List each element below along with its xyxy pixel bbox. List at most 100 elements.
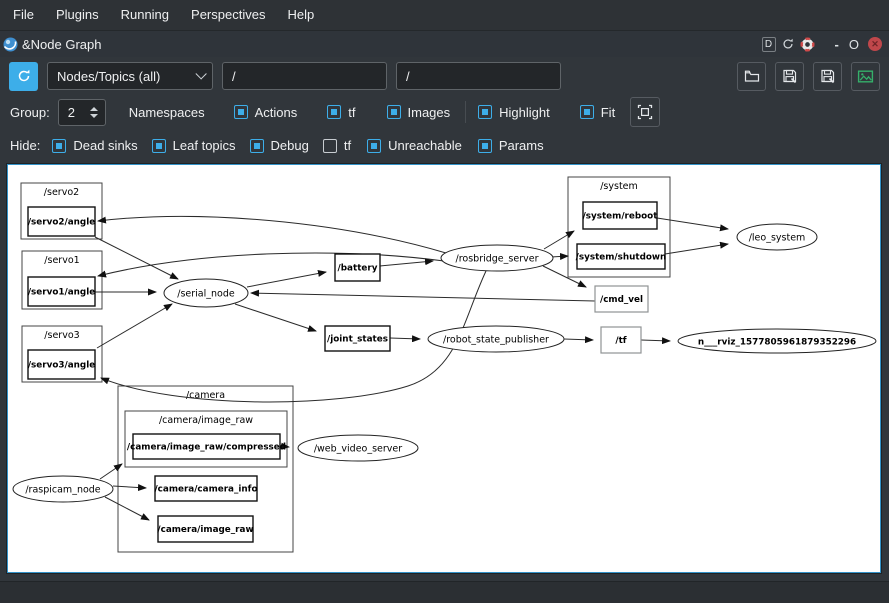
checkbox-indicator [478,139,492,153]
checkbox-dead-sinks[interactable]: Dead sinks [52,138,137,153]
save-dot-button[interactable] [775,62,804,91]
graph-topic-label: /servo2/angle [28,218,95,228]
graph-node-label: /leo_system [749,233,806,244]
load-dot-button[interactable] [737,62,766,91]
graph-toolbar: Nodes/Topics (all) [0,57,889,95]
hide-label: Hide: [10,138,40,153]
node-graph-svg: /servo2/servo1/servo3/system/camera/came… [8,165,880,572]
fit-in-view-icon [637,104,653,120]
checkbox-tf-group[interactable]: tf [327,105,355,120]
checkbox-leaf-topics[interactable]: Leaf topics [152,138,236,153]
graph-node-label: /rosbridge_server [456,254,539,265]
graph-node-label: /serial_node [177,289,235,300]
graph-node-label: /robot_state_publisher [443,335,549,346]
checkbox-label: Dead sinks [73,138,137,153]
checkbox-indicator [234,105,248,119]
menu-help[interactable]: Help [276,0,325,30]
graph-topic-label: /camera/image_raw/compressed [127,443,286,453]
checkbox-images[interactable]: Images [387,105,451,120]
topic-filter-input[interactable] [396,62,561,90]
checkbox-unreachable[interactable]: Unreachable [367,138,462,153]
close-icon[interactable]: ✕ [868,37,882,51]
checkbox-actions[interactable]: Actions [234,105,298,120]
graph-edge-rosbridge-server-to-servo2-angle [98,216,446,253]
graph-topic-label: /joint_states [327,335,388,345]
graph-edge-servo3-angle-to-serial-node [97,304,172,348]
checkbox-debug[interactable]: Debug [250,138,309,153]
menu-running[interactable]: Running [110,0,180,30]
graph-group-label: /servo1 [44,255,79,266]
group-label: Group: [10,105,50,120]
open-folder-icon [744,68,760,84]
spinner-arrows-icon[interactable] [90,107,105,118]
group-level-spinner[interactable]: 2 [58,99,106,126]
graph-topic-label: /cmd_vel [600,295,643,305]
checkbox-label: Debug [271,138,309,153]
graph-topic-label: /system/reboot [583,212,658,222]
group-options-row: Group: 2 Namespaces Actions tf Images Hi… [0,95,889,129]
menu-bar: File Plugins Running Perspectives Help [0,0,889,30]
graph-topic-label: /system/shutdown [576,253,667,263]
toolbar-separator [465,101,466,123]
checkbox-highlight[interactable]: Highlight [478,105,550,120]
checkbox-indicator [52,139,66,153]
checkbox-label: Params [499,138,544,153]
group-level-value: 2 [68,105,75,120]
checkbox-indicator [327,105,341,119]
save-svg-icon [820,68,836,84]
reload-plugin-icon[interactable] [780,36,796,52]
status-bar [0,581,889,603]
graph-edge-joint-states-to-robot-state-publisher [390,338,420,339]
graph-edge-battery-to-rosbridge-server [380,261,433,266]
fit-in-view-button[interactable] [630,97,660,127]
checkbox-indicator [478,105,492,119]
refresh-icon [16,68,32,84]
minimize-button[interactable]: - [832,37,842,52]
menu-plugins[interactable]: Plugins [45,0,110,30]
graph-topic-label: /camera/camera_info [154,485,257,495]
save-dot-icon [782,68,798,84]
graph-group-label: /servo2 [44,187,79,198]
dock-button[interactable]: D [762,37,776,52]
graph-topic-label: /servo3/angle [28,361,95,371]
graph-edge-raspicam-node-to-camera-image-raw-compressed [100,464,122,479]
checkbox-indicator [152,139,166,153]
chevron-down-icon [195,68,206,79]
graph-canvas[interactable]: /servo2/servo1/servo3/system/camera/came… [7,164,881,573]
graph-edge-cmd-vel-to-serial-node [251,293,595,301]
plugin-titlebar: &Node Graph D - O ✕ [0,30,889,57]
graph-group-label: /system [600,181,638,192]
checkbox-label: tf [348,105,355,120]
graph-edge-rosbridge-server-to-system-reboot [544,231,574,249]
checkbox-tf-hide[interactable]: tf [323,138,351,153]
save-image-button[interactable] [851,62,880,91]
graph-group-label: /camera/image_raw [159,415,253,426]
graph-edge-serial-node-to-battery [247,272,326,287]
maximize-button[interactable]: O [846,37,862,52]
view-mode-combobox[interactable]: Nodes/Topics (all) [47,62,213,90]
menu-file[interactable]: File [2,0,45,30]
checkbox-label: Unreachable [388,138,462,153]
graph-node-label: /raspicam_node [25,485,100,496]
namespaces-label[interactable]: Namespaces [129,105,205,120]
save-svg-button[interactable] [813,62,842,91]
view-mode-value: Nodes/Topics (all) [57,69,160,84]
checkbox-label: tf [344,138,351,153]
help-life-ring-icon[interactable] [800,36,816,52]
graph-edge-serial-node-to-joint-states [235,304,316,331]
checkbox-indicator [367,139,381,153]
checkbox-params[interactable]: Params [478,138,544,153]
checkbox-indicator [387,105,401,119]
checkbox-label: Leaf topics [173,138,236,153]
node-filter-input[interactable] [222,62,387,90]
graph-node-label: n___rviz_1577805961879352296 [698,338,856,348]
hide-options-row: Hide: Dead sinks Leaf topics Debug tf Un… [0,129,889,162]
checkbox-label: Fit [601,105,615,120]
checkbox-fit[interactable]: Fit [580,105,615,120]
menu-perspectives[interactable]: Perspectives [180,0,276,30]
graph-topic-label: /camera/image_raw [157,525,253,535]
graph-group-label: /servo3 [44,330,79,341]
plugin-title: &Node Graph [22,37,102,52]
graph-edge-rosbridge-server-to-servo3-angle [101,271,486,402]
refresh-graph-button[interactable] [9,62,38,91]
